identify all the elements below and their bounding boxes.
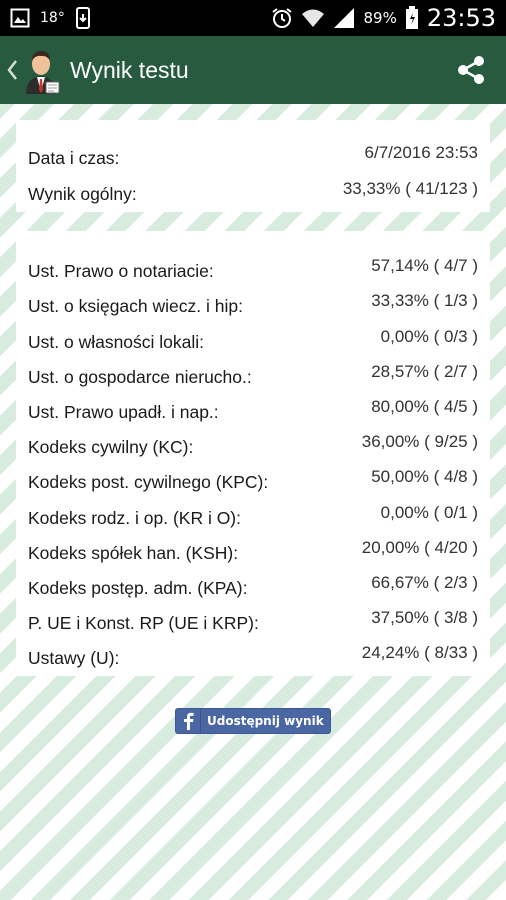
result-label: Kodeks post. cywilnego (KPC): xyxy=(28,472,269,493)
summary-label: Data i czas: xyxy=(28,148,120,168)
result-label: P. UE i Konst. RP (UE i KRP): xyxy=(28,613,259,634)
result-value: 20,00% ( 4/20 ) xyxy=(361,537,478,557)
result-row: Ust. Prawo upadł. i nap.: 80,00% ( 4/5 ) xyxy=(28,388,478,423)
battery-percent-text: 89% xyxy=(363,9,397,27)
result-value: 33,33% ( 1/3 ) xyxy=(371,291,478,311)
page-title: Wynik testu xyxy=(70,56,189,83)
result-value: 50,00% ( 4/8 ) xyxy=(371,467,478,487)
back-icon[interactable] xyxy=(6,58,18,82)
summary-row-overall: Wynik ogólny: 33,33% ( 41/123 ) xyxy=(28,169,478,205)
result-label: Kodeks postęp. adm. (KPA): xyxy=(28,577,248,598)
result-label: Ust. o własności lokali: xyxy=(28,331,205,352)
result-row: Kodeks spółek han. (KSH): 20,00% ( 4/20 ) xyxy=(28,529,478,564)
result-value: 36,00% ( 9/25 ) xyxy=(361,432,478,452)
battery-icon xyxy=(405,6,419,30)
app-bar: Wynik testu xyxy=(0,36,506,104)
status-bar: 18° 89% 23:53 xyxy=(0,0,506,36)
result-value: 57,14% ( 4/7 ) xyxy=(371,256,478,276)
gallery-icon xyxy=(10,8,30,28)
result-label: Kodeks cywilny (KC): xyxy=(28,437,194,458)
share-icon[interactable] xyxy=(454,53,488,87)
result-row: Ust. o księgach wiecz. i hip: 33,33% ( 1/… xyxy=(28,282,478,317)
result-row: Ust. o gospodarce nierucho.: 28,57% ( 2/7… xyxy=(28,353,478,388)
wifi-icon xyxy=(301,8,325,28)
result-label: Ust. o księgach wiecz. i hip: xyxy=(28,296,243,317)
alarm-icon xyxy=(271,7,293,29)
result-label: Kodeks rodz. i op. (KR i O): xyxy=(28,507,241,528)
facebook-share-label: Udostępnij wynik xyxy=(207,714,324,728)
temperature-text: 18° xyxy=(40,10,65,26)
summary-value: 6/7/2016 23:53 xyxy=(364,143,478,162)
results-card: Ust. Prawo o notariacie: 57,14% ( 4/7 ) U… xyxy=(16,231,490,676)
result-value: 0,00% ( 0/1 ) xyxy=(380,502,478,522)
result-row: Kodeks post. cywilnego (KPC): 50,00% ( 4/… xyxy=(28,458,478,493)
summary-label: Wynik ogólny: xyxy=(28,184,137,204)
result-row: P. UE i Konst. RP (UE i KRP): 37,50% ( 3/… xyxy=(28,599,478,634)
facebook-icon xyxy=(176,709,201,733)
result-value: 28,57% ( 2/7 ) xyxy=(371,361,478,381)
summary-card: Data i czas: 6/7/2016 23:53 Wynik ogólny… xyxy=(16,120,490,212)
result-value: 80,00% ( 4/5 ) xyxy=(371,396,478,416)
facebook-share-button[interactable]: Udostępnij wynik xyxy=(175,708,331,734)
summary-value: 33,33% ( 41/123 ) xyxy=(342,179,478,198)
result-label: Ust. o gospodarce nierucho.: xyxy=(28,366,252,387)
result-row: Ustawy (U): 24,24% ( 8/33 ) xyxy=(28,634,478,669)
result-value: 66,67% ( 2/3 ) xyxy=(371,572,478,592)
result-label: Ustawy (U): xyxy=(28,648,120,669)
result-row: Kodeks rodz. i op. (KR i O): 0,00% ( 0/1 … xyxy=(28,493,478,528)
app-logo-icon[interactable] xyxy=(20,46,62,94)
result-label: Kodeks spółek han. (KSH): xyxy=(28,542,239,563)
result-label: Ust. Prawo o notariacie: xyxy=(28,261,214,282)
result-label: Ust. Prawo upadł. i nap.: xyxy=(28,401,219,422)
signal-icon xyxy=(333,7,355,29)
result-value: 0,00% ( 0/3 ) xyxy=(380,326,478,346)
result-value: 24,24% ( 8/33 ) xyxy=(361,643,478,663)
result-row: Kodeks postęp. adm. (KPA): 66,67% ( 2/3 ) xyxy=(28,564,478,599)
phone-download-icon xyxy=(75,7,93,29)
clock-text: 23:53 xyxy=(426,4,496,32)
result-row: Ust. o własności lokali: 0,00% ( 0/3 ) xyxy=(28,317,478,352)
result-row: Kodeks cywilny (KC): 36,00% ( 9/25 ) xyxy=(28,423,478,458)
result-value: 37,50% ( 3/8 ) xyxy=(371,608,478,628)
result-row: Ust. Prawo o notariacie: 57,14% ( 4/7 ) xyxy=(28,247,478,282)
summary-row-date: Data i czas: 6/7/2016 23:53 xyxy=(28,133,478,169)
